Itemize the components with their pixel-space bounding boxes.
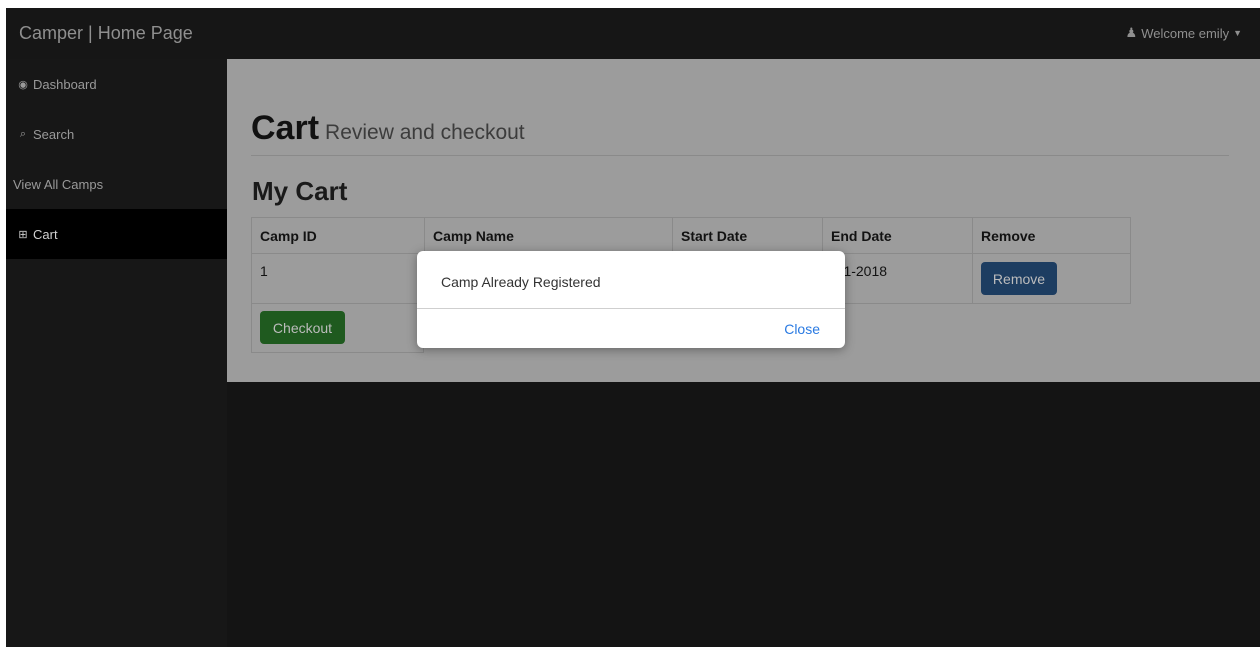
brand-link[interactable]: Camper | Home Page — [19, 23, 193, 44]
search-icon: ⌕ — [19, 127, 27, 140]
page-header: Cart Review and checkout — [251, 109, 1229, 156]
user-menu-dropdown[interactable]: ♟ Welcome emily ▼ — [1126, 25, 1242, 41]
sidebar-item-label: Dashboard — [33, 76, 97, 92]
column-header-camp-id: Camp ID — [251, 217, 425, 254]
column-header-end-date: End Date — [822, 217, 973, 254]
sidebar: ◉ Dashboard ⌕ Search View All Camps ⊞ Ca… — [6, 59, 227, 647]
user-icon: ♟ — [1125, 25, 1138, 40]
sidebar-item-view-all-camps[interactable]: View All Camps — [6, 159, 227, 209]
checkout-cell: Checkout — [251, 303, 424, 353]
section-title: My Cart — [252, 176, 348, 206]
remove-button[interactable]: Remove — [981, 262, 1057, 295]
dialog-message: Camp Already Registered — [441, 274, 601, 290]
page-title: Cart — [251, 109, 320, 147]
sidebar-item-label: Search — [33, 126, 75, 142]
dashboard-icon: ◉ — [18, 78, 28, 91]
sidebar-item-label: View All Camps — [13, 176, 104, 192]
column-header-start-date: Start Date — [672, 217, 823, 254]
cart-icon: ⊞ — [18, 228, 28, 241]
close-button[interactable]: Close — [784, 321, 820, 337]
column-header-remove: Remove — [972, 217, 1131, 254]
top-navbar: Camper | Home Page ♟ Welcome emily ▼ — [6, 8, 1260, 60]
checkout-button[interactable]: Checkout — [260, 311, 345, 344]
sidebar-item-dashboard[interactable]: ◉ Dashboard — [6, 59, 227, 109]
page-subtitle: Review and checkout — [325, 121, 525, 144]
cell-camp-id: 1 — [251, 253, 425, 304]
cell-remove: Remove — [972, 253, 1131, 304]
sidebar-item-cart[interactable]: ⊞ Cart — [6, 209, 227, 259]
app-window: Camper | Home Page ♟ Welcome emily ▼ ◉ D… — [6, 8, 1260, 647]
column-header-camp-name: Camp Name — [424, 217, 673, 254]
sidebar-item-label: Cart — [33, 226, 58, 242]
alert-dialog: Camp Already Registered Close — [417, 251, 845, 348]
cell-end-date: -31-2018 — [822, 253, 973, 304]
dialog-divider — [417, 308, 845, 309]
table-header-row: Camp ID Camp Name Start Date End Date Re… — [251, 217, 1131, 254]
user-menu-label: Welcome emily — [1141, 25, 1230, 41]
sidebar-item-search[interactable]: ⌕ Search — [6, 109, 227, 159]
caret-down-icon: ▼ — [1233, 28, 1242, 38]
